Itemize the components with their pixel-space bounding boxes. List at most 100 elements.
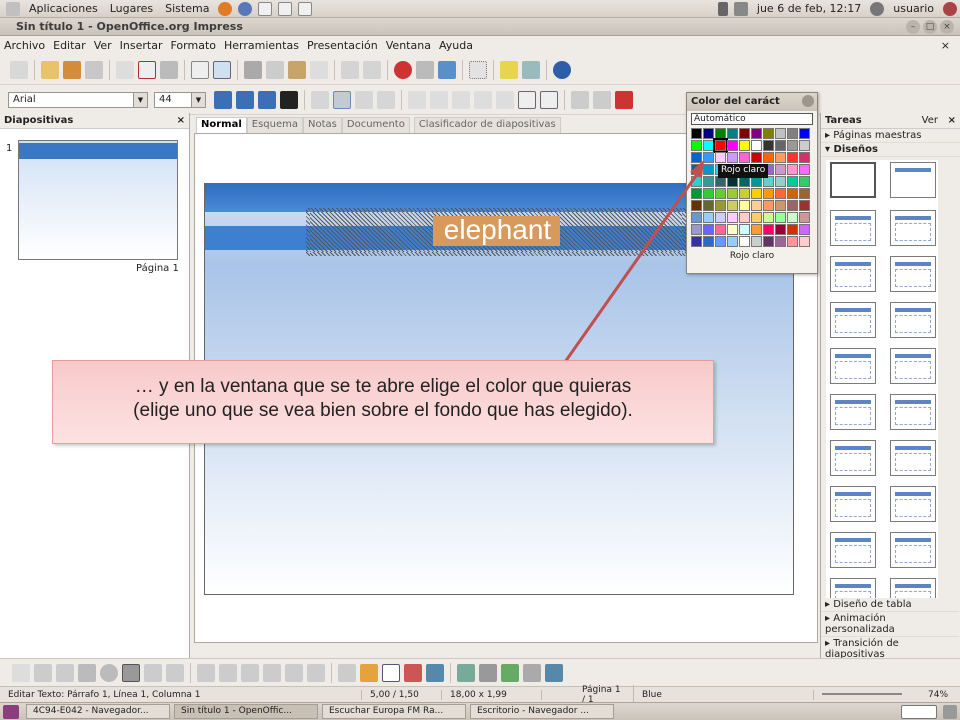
color-swatch[interactable] (775, 188, 786, 199)
menu-herramientas[interactable]: Herramientas (220, 39, 303, 52)
chart-icon[interactable] (394, 60, 412, 79)
select-icon[interactable] (12, 663, 30, 682)
status-zoom[interactable]: 74% (924, 690, 948, 700)
italic-icon[interactable] (236, 90, 254, 109)
color-swatch[interactable] (799, 152, 810, 163)
align-center-icon[interactable] (333, 90, 351, 109)
help-icon[interactable] (553, 60, 571, 79)
grid-icon[interactable] (469, 60, 487, 79)
rectangle-icon[interactable] (78, 663, 96, 682)
color-swatch[interactable] (799, 224, 810, 235)
menu-formato[interactable]: Formato (167, 39, 221, 52)
menu-archivo[interactable]: Archivo (0, 39, 49, 52)
color-swatch[interactable] (739, 188, 750, 199)
export-pdf-icon[interactable] (138, 60, 156, 79)
promote-icon[interactable] (430, 90, 448, 109)
writer-launcher-icon[interactable] (258, 1, 273, 16)
align-right-icon[interactable] (355, 90, 373, 109)
close-document-icon[interactable]: × (941, 39, 950, 52)
move-up-icon[interactable] (474, 90, 492, 109)
arrow-line-icon[interactable] (56, 663, 74, 682)
color-swatch[interactable] (691, 128, 702, 139)
color-swatch[interactable] (763, 140, 774, 151)
maximize-icon[interactable]: □ (923, 19, 937, 34)
color-swatch[interactable] (763, 128, 774, 139)
layout-option[interactable] (830, 210, 876, 246)
color-swatch[interactable] (787, 128, 798, 139)
color-swatch[interactable] (787, 176, 798, 187)
task-impress[interactable]: Sin título 1 - OpenOffic... (174, 704, 318, 719)
paste-icon[interactable] (288, 60, 306, 79)
color-swatch[interactable] (787, 152, 798, 163)
color-swatch[interactable] (787, 200, 798, 211)
section-master-pages[interactable]: ▸ Páginas maestras (821, 129, 960, 143)
color-swatch[interactable] (775, 236, 786, 247)
places-menu[interactable]: Lugares (104, 2, 159, 15)
tab-handout[interactable]: Documento (341, 117, 410, 133)
color-swatch[interactable] (763, 200, 774, 211)
color-swatch[interactable] (787, 164, 798, 175)
color-swatch[interactable] (715, 128, 726, 139)
menu-presentacion[interactable]: Presentación (303, 39, 382, 52)
clone-format-icon[interactable] (310, 60, 328, 79)
email-icon[interactable] (85, 60, 103, 79)
layout-option[interactable] (830, 256, 876, 292)
glue-points-icon[interactable] (360, 663, 378, 682)
impress-launcher-icon[interactable] (298, 1, 313, 16)
arrange-icon[interactable] (501, 663, 519, 682)
justify-icon[interactable] (377, 90, 395, 109)
color-swatch[interactable] (751, 128, 762, 139)
layout-option[interactable] (830, 532, 876, 568)
color-swatch[interactable] (739, 140, 750, 151)
section-table-design[interactable]: ▸ Diseño de tabla (821, 598, 959, 612)
basic-shapes-icon[interactable] (197, 663, 215, 682)
demote-icon[interactable] (452, 90, 470, 109)
table-icon[interactable] (416, 60, 434, 79)
spellcheck-icon[interactable] (191, 60, 209, 79)
redo-icon[interactable] (363, 60, 381, 79)
color-swatch[interactable] (787, 236, 798, 247)
applications-menu[interactable]: Aplicaciones (23, 2, 104, 15)
color-swatch[interactable] (763, 188, 774, 199)
layout-option[interactable] (830, 394, 876, 430)
color-swatch[interactable] (775, 152, 786, 163)
tab-outline[interactable]: Esquema (246, 117, 304, 133)
layout-option[interactable] (890, 256, 936, 292)
line-icon[interactable] (34, 663, 52, 682)
layout-option[interactable] (890, 162, 936, 198)
color-swatch[interactable] (739, 128, 750, 139)
stars-icon[interactable] (307, 663, 325, 682)
task-firefox[interactable]: Escuchar Europa FM Ra... (322, 704, 466, 719)
block-arrows-icon[interactable] (241, 663, 259, 682)
callouts-icon[interactable] (285, 663, 303, 682)
color-swatch[interactable] (775, 200, 786, 211)
show-desktop-icon[interactable] (3, 704, 19, 719)
insert-object-icon[interactable] (438, 60, 456, 79)
color-swatch[interactable] (751, 200, 762, 211)
color-swatch[interactable] (775, 140, 786, 151)
color-swatch[interactable] (799, 188, 810, 199)
color-swatch[interactable] (763, 152, 774, 163)
tab-normal[interactable]: Normal (196, 117, 247, 133)
color-swatch[interactable] (787, 212, 798, 223)
undo-icon[interactable] (341, 60, 359, 79)
color-swatch[interactable] (727, 128, 738, 139)
copy-icon[interactable] (266, 60, 284, 79)
text-tool-icon[interactable] (122, 663, 140, 682)
color-swatch[interactable] (799, 200, 810, 211)
color-swatch[interactable] (775, 212, 786, 223)
move-down-icon[interactable] (496, 90, 514, 109)
color-swatch[interactable] (751, 236, 762, 247)
color-swatch[interactable] (763, 236, 774, 247)
menu-insertar[interactable]: Insertar (116, 39, 167, 52)
color-swatch[interactable] (739, 200, 750, 211)
underline-icon[interactable] (258, 90, 276, 109)
close-pane-icon[interactable]: × (177, 115, 185, 126)
color-swatch[interactable] (751, 212, 762, 223)
layout-option[interactable] (890, 348, 936, 384)
layout-option[interactable] (830, 162, 876, 198)
section-custom-animation[interactable]: ▸ Animación personalizada (821, 612, 959, 637)
color-swatch[interactable] (751, 152, 762, 163)
bullets-icon[interactable] (408, 90, 426, 109)
font-color-popup-header[interactable]: Color del caráct (687, 93, 817, 111)
